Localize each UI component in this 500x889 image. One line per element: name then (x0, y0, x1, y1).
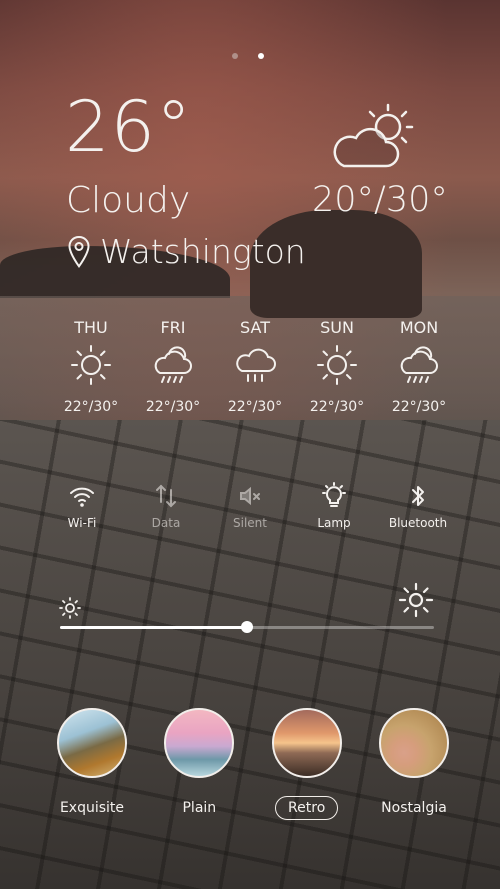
brightness-slider[interactable] (60, 621, 434, 633)
forecast-row: THU 22°/30° FRI 22°/30° SAT 22°/30° SUN … (50, 318, 460, 415)
theme-thumbnail[interactable] (164, 708, 235, 778)
forecast-day-label: THU (74, 318, 108, 337)
lightbulb-icon (322, 482, 346, 507)
theme-exquisite[interactable]: Exquisite (44, 708, 140, 820)
bluetooth-icon (412, 486, 424, 506)
wifi-icon (70, 487, 94, 507)
forecast-day-thu[interactable]: THU 22°/30° (50, 318, 132, 415)
theme-plain[interactable]: Plain (151, 708, 247, 820)
data-arrows-icon (156, 484, 176, 508)
theme-thumbnail[interactable] (57, 708, 127, 778)
theme-label: Plain (182, 800, 217, 816)
forecast-range: 22°/30° (63, 399, 119, 415)
sun-icon (71, 345, 111, 385)
forecast-day-mon[interactable]: MON 22°/30° (378, 318, 460, 415)
page-dot-1[interactable] (232, 53, 238, 59)
forecast-day-sun[interactable]: SUN 22°/30° (296, 318, 378, 415)
cloud-rain-icon (236, 348, 276, 382)
forecast-day-label: MON (399, 318, 439, 337)
toggle-label: Bluetooth (388, 516, 448, 530)
weather-condition: Cloudy (66, 180, 191, 221)
toggle-bluetooth[interactable]: Bluetooth (376, 482, 460, 530)
theme-label: Exquisite (59, 800, 125, 816)
location-pin-icon (68, 235, 90, 268)
current-temperature: 26° (65, 86, 193, 168)
cloud-rain-icon (154, 346, 192, 383)
forecast-day-label: SAT (240, 318, 270, 337)
sun-behind-cloud-icon (333, 103, 414, 168)
theme-thumbnail[interactable] (378, 708, 449, 778)
theme-label-selected: Retro (275, 796, 339, 820)
brightness-slider-thumb[interactable] (241, 621, 253, 633)
forecast-range: 22°/30° (227, 399, 283, 415)
page-indicator[interactable] (232, 53, 264, 59)
forecast-day-label: SUN (320, 318, 354, 337)
forecast-range: 22°/30° (145, 399, 201, 415)
forecast-day-fri[interactable]: FRI 22°/30° (132, 318, 214, 415)
theme-label: Nostalgia (381, 800, 447, 816)
forecast-range: 22°/30° (391, 399, 447, 415)
toggle-label: Lamp (317, 516, 351, 530)
brightness-low-icon (59, 597, 81, 619)
theme-nostalgia[interactable]: Nostalgia (366, 708, 462, 820)
forecast-day-label: FRI (160, 318, 186, 337)
brightness-slider-fill (60, 626, 247, 629)
toggle-label: Data (151, 516, 181, 530)
forecast-range: 22°/30° (309, 399, 365, 415)
theme-thumbnail[interactable] (271, 708, 342, 778)
toggle-silent[interactable]: Silent (208, 482, 292, 530)
forecast-day-sat[interactable]: SAT 22°/30° (214, 318, 296, 415)
toggle-data[interactable]: Data (124, 482, 208, 530)
today-range: 20°/30° (312, 180, 448, 220)
theme-retro[interactable]: Retro (259, 708, 355, 820)
toggle-label: Wi-Fi (67, 516, 97, 530)
cloud-rain-icon (400, 346, 438, 383)
toggle-lamp[interactable]: Lamp (292, 482, 376, 530)
page-dot-2[interactable] (258, 53, 264, 59)
quick-toggles: Wi-Fi Data Silent Lamp Bluetooth (40, 482, 460, 530)
theme-picker: Exquisite Plain Retro Nostalgia (44, 708, 462, 820)
location[interactable]: Watshington (68, 232, 306, 271)
location-name: Watshington (100, 232, 306, 271)
brightness-high-icon (398, 582, 434, 618)
sun-icon (317, 345, 357, 385)
speaker-mute-icon (240, 486, 260, 506)
toggle-wifi[interactable]: Wi-Fi (40, 482, 124, 530)
toggle-label: Silent (233, 516, 267, 530)
